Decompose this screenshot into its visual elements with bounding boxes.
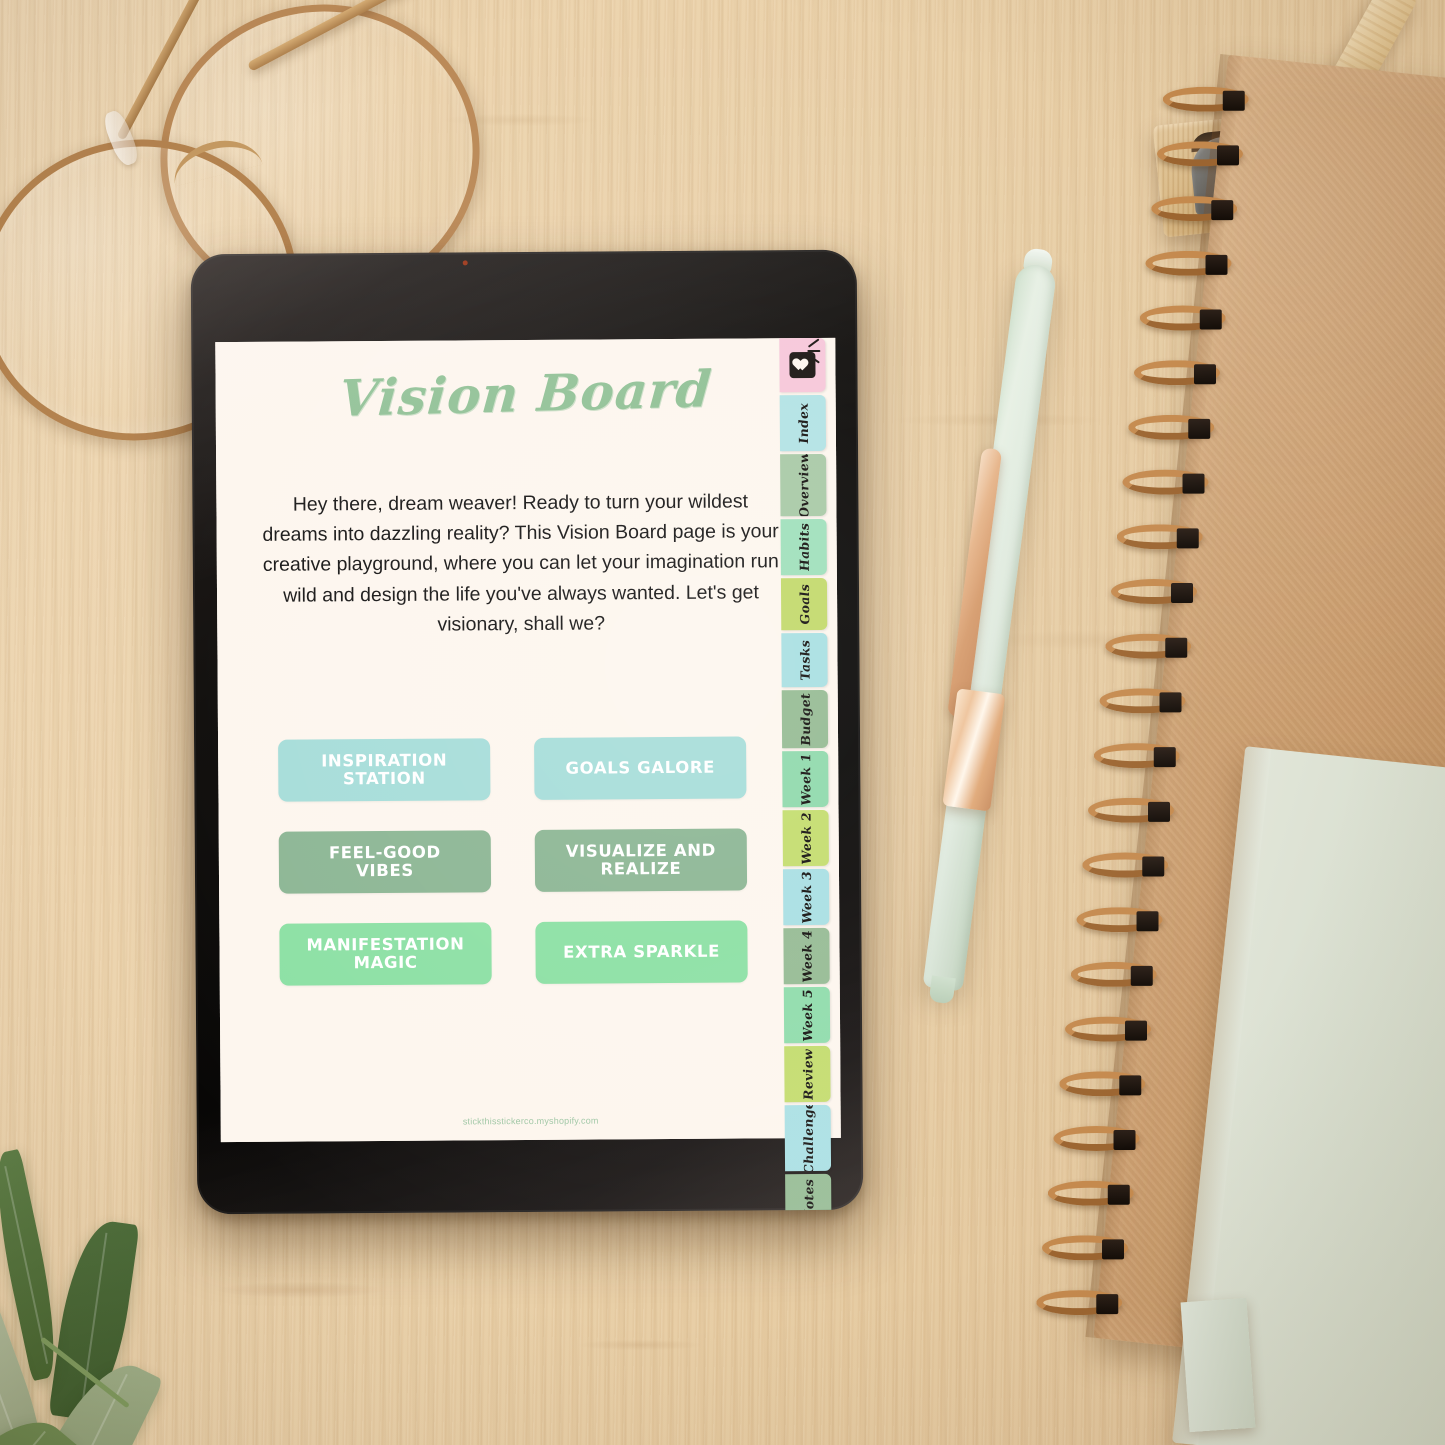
desk-scene: Vision Board Hey there, dream weaver! Re… bbox=[0, 0, 1445, 1445]
scene-vignette bbox=[0, 0, 1445, 1445]
